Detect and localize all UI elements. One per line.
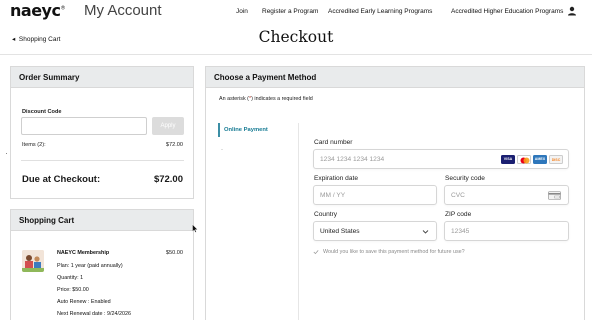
order-summary-heading: Order Summary (11, 67, 193, 88)
country-label: Country (314, 211, 338, 218)
card-number-field[interactable]: 1234 1234 1234 1234 VISA AMEX DISC (313, 149, 569, 169)
payment-method-option[interactable]: · (221, 147, 223, 153)
shopping-cart-heading: Shopping Cart (11, 210, 193, 231)
page-edge-dot (6, 153, 7, 154)
cvc-card-icon (548, 191, 561, 200)
order-summary-panel: Order Summary Discount Code Apply Items … (10, 66, 194, 199)
nav-register-program[interactable]: Register a Program (262, 8, 318, 15)
card-brands: VISA AMEX DISC (501, 155, 563, 164)
nav-accredited-early-learning[interactable]: Accredited Early Learning Programs (328, 8, 432, 15)
chevron-down-icon (422, 230, 429, 234)
shopping-cart-panel: Shopping Cart NAEYC Membership $50.00 Pl… (10, 209, 194, 320)
nav-accredited-higher-education[interactable]: Accredited Higher Education Programs (451, 8, 563, 15)
discount-code-label: Discount Code (22, 109, 62, 115)
card-number-label: Card number (314, 139, 353, 146)
discount-code-input[interactable] (21, 117, 147, 135)
required-field-note: An asterisk (*) indicates a required fie… (219, 96, 313, 102)
items-subtotal: $72.00 (165, 142, 183, 148)
payment-method-heading: Choose a Payment Method (206, 67, 584, 88)
visa-icon: VISA (501, 155, 515, 164)
site-title: My Account (84, 2, 162, 19)
apply-discount-button[interactable]: Apply (152, 117, 184, 135)
cart-item-auto-renew: Auto Renew : Enabled (57, 299, 111, 305)
page-title: Checkout (258, 28, 334, 46)
discover-icon: DISC (549, 155, 563, 164)
zip-code-field[interactable]: 12345 (444, 221, 569, 241)
cart-item-quantity: Quantity: 1 (57, 275, 84, 281)
tab-online-payment[interactable]: Online Payment (218, 123, 294, 137)
save-payment-method-note[interactable]: Would you like to save this payment meth… (323, 249, 465, 255)
expiration-date-label: Expiration date (314, 175, 358, 182)
membership-thumbnail-image (22, 250, 44, 272)
nav-join[interactable]: Join (236, 8, 248, 15)
naeyc-logo[interactable]: naeyc® (10, 1, 65, 20)
items-count-label: Items (2): (22, 142, 46, 148)
amex-icon: AMEX (533, 155, 547, 164)
tab-divider (298, 123, 299, 320)
cart-item-price-line: Price: $50.00 (57, 287, 89, 293)
security-code-label: Security code (445, 175, 485, 182)
cart-item-plan: Plan: 1 year (paid annually) (57, 263, 123, 269)
due-at-checkout-label: Due at Checkout: (22, 174, 101, 185)
country-select[interactable]: United States (313, 221, 437, 241)
country-selected-value: United States (320, 228, 360, 235)
card-number-placeholder: 1234 1234 1234 1234 (320, 156, 385, 163)
summary-divider (21, 160, 184, 161)
expiration-date-field[interactable]: MM / YY (313, 185, 437, 205)
cart-item-name: NAEYC Membership (57, 250, 110, 256)
cart-item-next-renewal: Next Renewal date : 9/24/2026 (57, 311, 132, 317)
security-code-field[interactable]: CVC (444, 185, 569, 205)
zip-code-placeholder: 12345 (451, 228, 470, 235)
expiration-placeholder: MM / YY (320, 192, 346, 199)
mastercard-icon (517, 155, 531, 164)
due-at-checkout-amount: $72.00 (153, 174, 183, 185)
mouse-cursor-icon (192, 224, 198, 233)
top-navigation: naeyc® My Account Join Register a Progra… (0, 0, 592, 24)
cart-item-price: $50.00 (165, 250, 183, 256)
security-code-placeholder: CVC (451, 192, 465, 199)
header-divider (0, 54, 592, 55)
zip-code-label: ZIP code (445, 211, 472, 218)
user-account-icon[interactable] (567, 6, 577, 16)
check-icon[interactable] (313, 249, 319, 255)
